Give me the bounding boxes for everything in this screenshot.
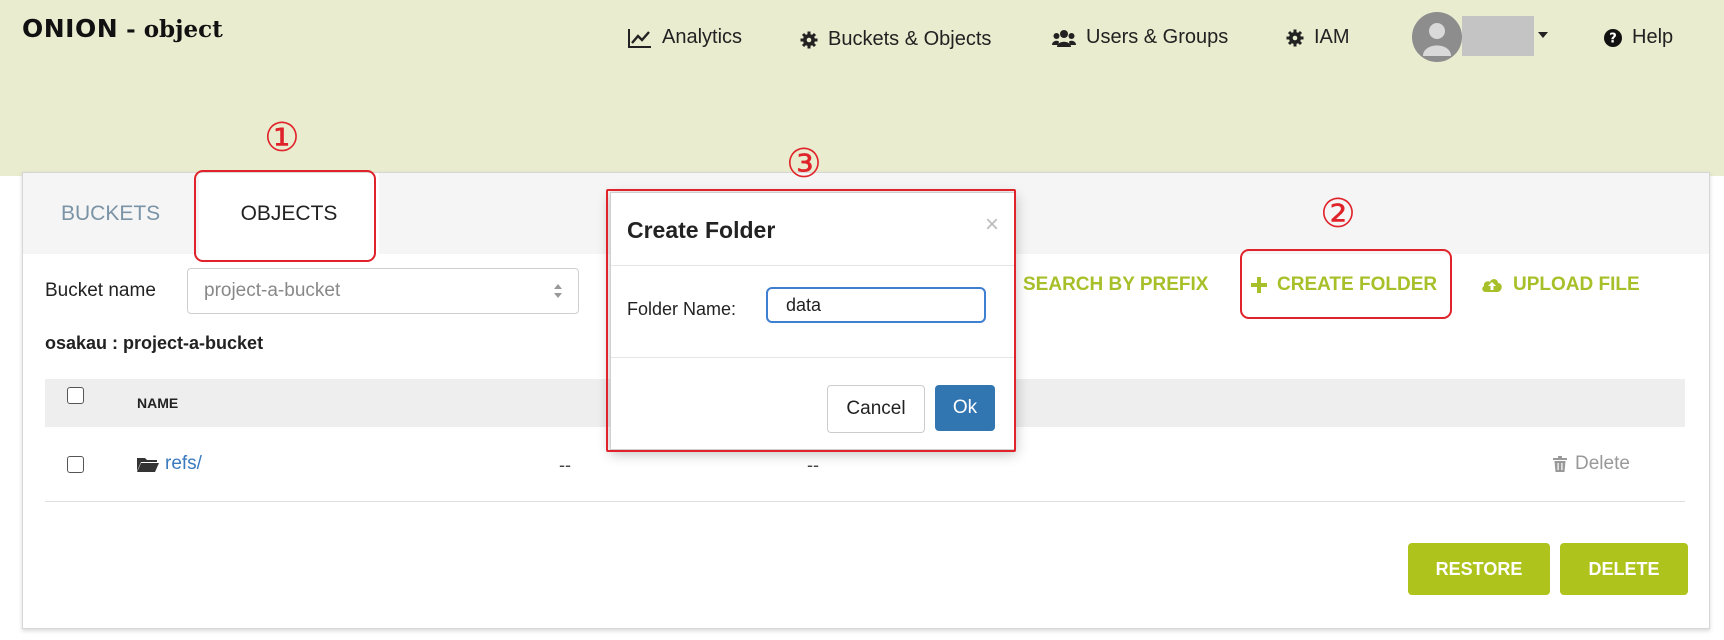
annotation-marker-2: ② bbox=[1320, 191, 1356, 237]
nav-buckets-objects[interactable]: Buckets & Objects bbox=[800, 28, 991, 51]
avatar[interactable] bbox=[1412, 12, 1462, 62]
nav-iam-label: IAM bbox=[1314, 26, 1350, 48]
close-icon[interactable]: × bbox=[985, 211, 999, 239]
user-icon bbox=[1423, 23, 1451, 56]
folder-icon bbox=[137, 458, 159, 472]
nav-analytics-label: Analytics bbox=[662, 26, 743, 48]
divider bbox=[611, 265, 1015, 266]
upload-file-button[interactable]: UPLOAD FILE bbox=[1481, 274, 1640, 296]
top-header: ONION - object Analytics Buckets & Objec… bbox=[0, 0, 1724, 176]
create-folder-label: CREATE FOLDER bbox=[1277, 274, 1438, 295]
nav-analytics[interactable]: Analytics bbox=[628, 26, 742, 49]
cancel-button[interactable]: Cancel bbox=[827, 385, 925, 433]
tab-objects[interactable]: OBJECTS bbox=[199, 173, 379, 254]
divider bbox=[611, 357, 1015, 358]
restore-button[interactable]: RESTORE bbox=[1408, 543, 1550, 595]
nav-buckets-label: Buckets & Objects bbox=[828, 28, 992, 50]
nav-users-groups[interactable]: Users & Groups bbox=[1052, 26, 1228, 49]
folder-name-label: Folder Name: bbox=[627, 299, 737, 319]
svg-text:?: ? bbox=[1609, 31, 1617, 46]
folder-name-input[interactable] bbox=[766, 287, 986, 323]
sort-arrows-icon bbox=[554, 284, 562, 298]
select-all-checkbox[interactable] bbox=[67, 387, 84, 404]
nav-help-label: Help bbox=[1632, 26, 1674, 48]
bucket-select-value: project-a-bucket bbox=[204, 280, 341, 301]
trash-icon bbox=[1553, 456, 1567, 472]
nav-users-label: Users & Groups bbox=[1086, 26, 1229, 48]
row-cell-date: -- bbox=[807, 455, 819, 475]
row-delete-label: Delete bbox=[1575, 453, 1630, 474]
question-circle-icon: ? bbox=[1604, 28, 1622, 47]
chevron-down-icon[interactable] bbox=[1538, 32, 1548, 38]
users-icon bbox=[1052, 29, 1076, 47]
create-folder-dialog: Create Folder × Folder Name: Cancel Ok bbox=[610, 192, 1016, 450]
dialog-title: Create Folder bbox=[627, 217, 776, 243]
gear-icon bbox=[1286, 29, 1304, 46]
chart-line-icon bbox=[628, 28, 651, 48]
cloud-upload-icon bbox=[1482, 279, 1502, 292]
nav-iam[interactable]: IAM bbox=[1286, 26, 1350, 49]
folder-name: refs/ bbox=[165, 453, 202, 474]
bucket-select[interactable]: project-a-bucket bbox=[187, 268, 579, 314]
folder-link-refs[interactable]: refs/ bbox=[137, 453, 202, 475]
column-header-name[interactable]: NAME bbox=[137, 395, 178, 411]
plus-icon bbox=[1251, 277, 1267, 293]
row-delete-button[interactable]: Delete bbox=[1553, 453, 1630, 475]
app-logo[interactable]: ONION - object bbox=[22, 14, 223, 43]
tab-buckets[interactable]: BUCKETS bbox=[61, 173, 160, 254]
bucket-name-label: Bucket name bbox=[45, 280, 156, 301]
row-cell-size: -- bbox=[559, 455, 571, 475]
gear-icon bbox=[800, 31, 818, 48]
bucket-path: osakau : project-a-bucket bbox=[45, 333, 264, 353]
delete-button[interactable]: DELETE bbox=[1560, 543, 1688, 595]
search-by-prefix-button[interactable]: SEARCH BY PREFIX bbox=[1023, 274, 1208, 296]
ok-button[interactable]: Ok bbox=[935, 385, 995, 431]
create-folder-button[interactable]: CREATE FOLDER bbox=[1251, 274, 1437, 296]
username-redacted[interactable] bbox=[1462, 16, 1534, 56]
logo-suffix: - object bbox=[118, 16, 223, 43]
nav-help[interactable]: ? Help bbox=[1604, 26, 1673, 49]
logo-brand: ONION bbox=[22, 14, 119, 43]
upload-file-label: UPLOAD FILE bbox=[1513, 274, 1640, 295]
row-checkbox[interactable] bbox=[67, 456, 84, 473]
annotation-marker-3: ③ bbox=[786, 141, 822, 187]
annotation-marker-1: ① bbox=[264, 115, 300, 161]
search-prefix-label: SEARCH BY PREFIX bbox=[1023, 274, 1209, 295]
